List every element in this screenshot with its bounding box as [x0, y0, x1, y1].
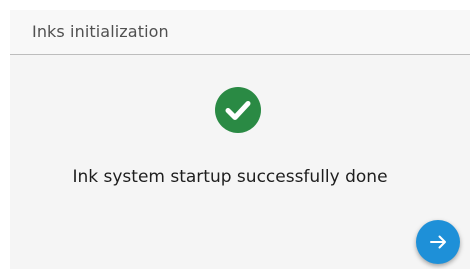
check-circle-icon — [215, 87, 261, 133]
dialog-header: Inks initialization — [10, 10, 470, 55]
next-button[interactable] — [416, 220, 460, 264]
status-message: Ink system startup successfully done — [72, 167, 388, 187]
ink-init-screen: Inks initialization Ink system startup s… — [0, 0, 472, 269]
check-icon — [225, 101, 251, 120]
dialog-panel: Inks initialization Ink system startup s… — [10, 10, 470, 269]
dialog-title: Inks initialization — [32, 22, 169, 41]
arrow-right-icon — [430, 235, 446, 249]
